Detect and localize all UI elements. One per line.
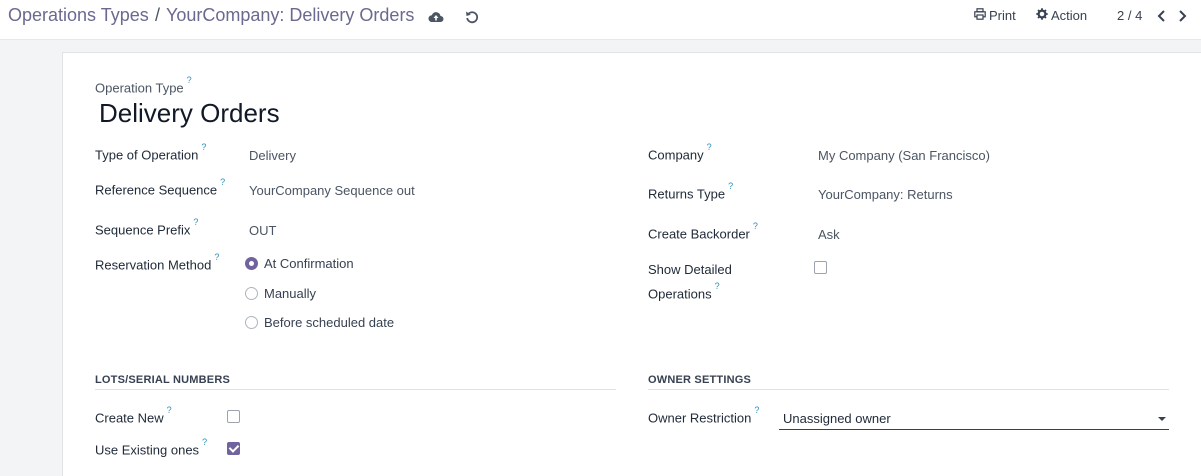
company-label: Company? [648,142,712,163]
undo-icon[interactable] [462,8,482,26]
caret-down-icon [1158,417,1166,421]
radio-manually[interactable] [245,287,258,300]
lots-section-title: LOTS/SERIAL NUMBERS [95,374,230,386]
owner-restriction-select[interactable]: Unassigned owner [779,408,1169,430]
reservation-method-label: Reservation Method? [95,252,220,273]
action-button[interactable]: Action [1036,8,1087,23]
help-tooltip-icon[interactable]: ? [707,142,712,152]
help-tooltip-icon[interactable]: ? [753,221,758,231]
create-new-checkbox[interactable] [227,410,240,423]
action-label: Action [1051,8,1088,23]
create-new-label: Create New? [95,405,172,426]
help-tooltip-icon[interactable]: ? [715,281,720,291]
returns-type-label: Returns Type? [648,181,734,202]
company-field[interactable]: My Company (San Francisco) [818,148,990,163]
reference-sequence-label: Reference Sequence? [95,177,226,198]
radio-option-label: Before scheduled date [264,315,395,330]
printer-icon [974,8,986,23]
sequence-prefix-field[interactable]: OUT [249,223,276,238]
type-of-operation-field[interactable]: Delivery [249,148,296,163]
breadcrumb-current: YourCompany: Delivery Orders [166,5,415,25]
operation-type-name-field[interactable]: Delivery Orders [99,98,280,129]
help-tooltip-icon[interactable]: ? [220,177,225,187]
create-backorder-field[interactable]: Ask [818,227,840,242]
help-tooltip-icon[interactable]: ? [754,405,759,415]
type-of-operation-label: Type of Operation? [95,142,207,163]
show-detailed-operations-checkbox[interactable] [814,261,827,274]
chevron-right-icon[interactable] [1175,8,1189,24]
radio-before-scheduled-date[interactable] [245,316,258,329]
create-backorder-label: Create Backorder? [648,221,758,242]
gear-icon [1036,8,1048,23]
radio-at-confirmation[interactable] [245,257,258,270]
owner-section-title: OWNER SETTINGS [648,374,752,386]
radio-option-label: At Confirmation [264,256,354,271]
help-tooltip-icon[interactable]: ? [214,252,219,262]
owner-restriction-value: Unassigned owner [783,411,891,426]
print-label: Print [989,8,1016,23]
chevron-left-icon[interactable] [1154,8,1168,24]
show-detailed-operations-label: Show Detailed Operations? [648,262,732,302]
help-tooltip-icon[interactable]: ? [202,437,207,447]
help-tooltip-icon[interactable]: ? [187,75,192,85]
operation-type-label: Operation Type? [95,75,192,96]
reference-sequence-field[interactable]: YourCompany Sequence out [249,183,415,198]
help-tooltip-icon[interactable]: ? [167,405,172,415]
print-button[interactable]: Print [974,8,1016,23]
use-existing-checkbox[interactable] [227,442,240,455]
help-tooltip-icon[interactable]: ? [728,181,733,191]
cloud-upload-icon[interactable] [426,8,446,26]
section-divider [648,389,1169,390]
breadcrumb-parent-link[interactable]: Operations Types [8,5,149,26]
returns-type-field[interactable]: YourCompany: Returns [818,187,953,202]
control-panel: Operations Types / YourCompany: Delivery… [0,0,1201,40]
help-tooltip-icon[interactable]: ? [201,142,206,152]
breadcrumb-separator: / [155,5,161,25]
section-divider [95,389,616,390]
sequence-prefix-label: Sequence Prefix? [95,217,199,238]
use-existing-label: Use Existing ones? [95,437,208,458]
owner-restriction-label: Owner Restriction? [648,405,760,426]
pager-value[interactable]: 2 / 4 [1117,8,1142,23]
help-tooltip-icon[interactable]: ? [193,217,198,227]
radio-option-label: Manually [264,286,317,301]
